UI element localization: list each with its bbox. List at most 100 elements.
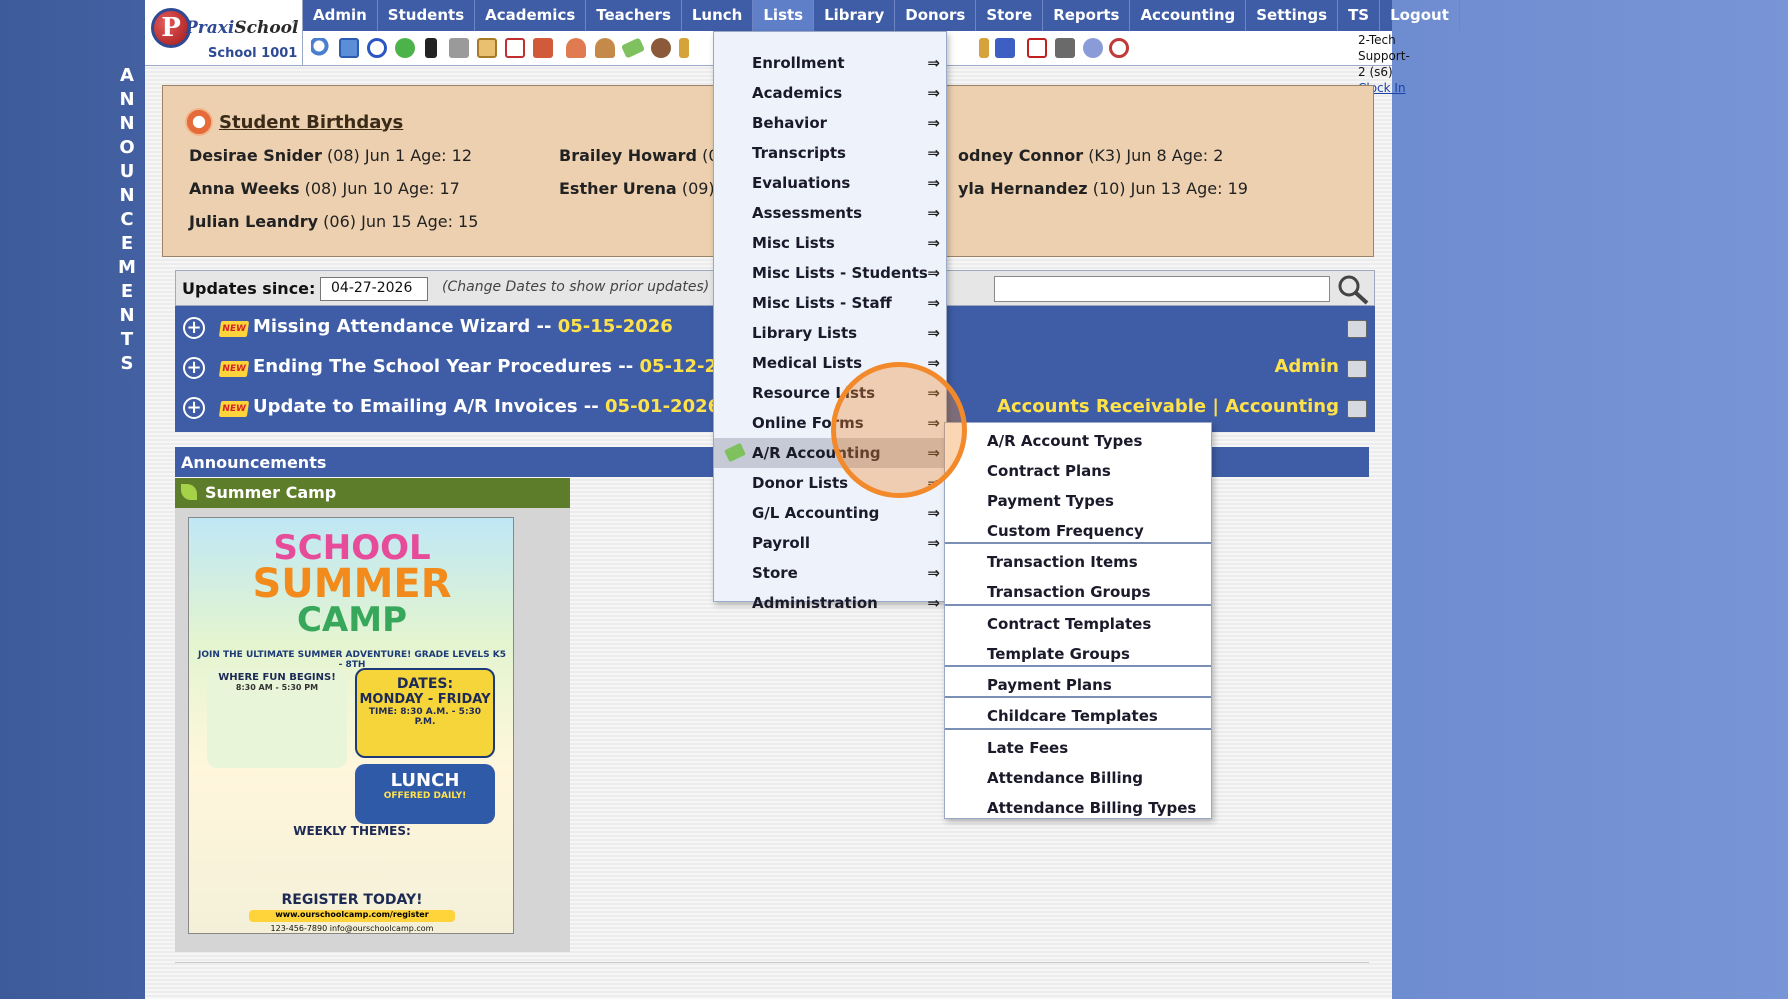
submenu-arrow-icon: ⇒: [927, 54, 940, 72]
nav-academics[interactable]: Academics: [475, 0, 587, 31]
nav-store[interactable]: Store: [976, 0, 1044, 31]
menu-item-transcripts[interactable]: Transcripts ⇒: [714, 138, 946, 168]
expand-icon[interactable]: +: [183, 357, 205, 379]
updates-date-field[interactable]: 04-27-2026: [320, 277, 428, 301]
menu-item-resource-lists[interactable]: Resource Lists ⇒: [714, 378, 946, 408]
banner-letter: N: [119, 89, 135, 110]
update-title[interactable]: Update to Emailing A/R Invoices -- 05-01…: [253, 396, 720, 417]
calendar-grid-icon[interactable]: [339, 38, 359, 58]
expand-icon[interactable]: +: [183, 317, 205, 339]
menu-item-misc-lists-students[interactable]: Misc Lists - Students ⇒: [714, 258, 946, 288]
flyer-where-box: WHERE FUN BEGINS! 8:30 AM - 5:30 PM: [207, 668, 347, 768]
submenu-arrow-icon: ⇒: [927, 324, 940, 342]
money-icon: [724, 442, 746, 463]
menu-item-administration[interactable]: Administration ⇒: [714, 588, 946, 612]
summer-camp-title: Summer Camp: [205, 483, 337, 502]
speaker-icon[interactable]: [449, 38, 469, 58]
nav-teachers[interactable]: Teachers: [586, 0, 682, 31]
nav-students[interactable]: Students: [378, 0, 476, 31]
banner-letter: E: [120, 281, 134, 302]
print-icon[interactable]: [1347, 320, 1367, 338]
submenu-divider: [945, 728, 1211, 730]
summer-camp-header[interactable]: Summer Camp: [175, 478, 570, 508]
update-title[interactable]: Missing Attendance Wizard -- 05-15-2026: [253, 316, 673, 337]
nav-lunch[interactable]: Lunch: [682, 0, 754, 31]
menu-item-library-lists[interactable]: Library Lists ⇒: [714, 318, 946, 348]
menu-item-store[interactable]: Store ⇒: [714, 558, 946, 588]
mobile-phone-icon[interactable]: [425, 38, 437, 58]
form-icon[interactable]: [477, 38, 497, 58]
print-icon[interactable]: [1347, 400, 1367, 418]
help-icon[interactable]: [1083, 38, 1103, 58]
update-links[interactable]: Admin: [1274, 356, 1339, 377]
menu-item-academics[interactable]: Academics ⇒: [714, 78, 946, 108]
menu-item-donor-lists[interactable]: Donor Lists ⇒: [714, 468, 946, 498]
search-icon[interactable]: [311, 38, 331, 58]
nav-admin[interactable]: Admin: [303, 0, 378, 31]
pdf-icon[interactable]: [1027, 38, 1047, 58]
users-icon[interactable]: [651, 38, 671, 58]
menu-item-evaluations[interactable]: Evaluations ⇒: [714, 168, 946, 198]
submenu-item-transaction-groups[interactable]: Transaction Groups: [945, 577, 1211, 607]
updates-note: (Change Dates to show prior updates): [442, 279, 710, 295]
printer-stack-icon[interactable]: [1055, 38, 1075, 58]
logo-wordmark: PraxiSchool: [185, 18, 299, 38]
teacher-icon[interactable]: [566, 38, 586, 58]
menu-item-assessments[interactable]: Assessments ⇒: [714, 198, 946, 228]
email-at-icon[interactable]: [367, 38, 387, 58]
submenu-item-childcare-templates[interactable]: Childcare Templates: [945, 701, 1211, 731]
ledger-icon[interactable]: [979, 38, 989, 58]
nav-donors[interactable]: Donors: [895, 0, 977, 31]
coins-icon[interactable]: [679, 38, 689, 58]
menu-item-medical-lists[interactable]: Medical Lists ⇒: [714, 348, 946, 378]
announcements-side-banner: A N N O U N C E M E N T S: [118, 64, 136, 376]
search-icon[interactable]: [1336, 273, 1370, 305]
submenu-item-attendance-billing[interactable]: Attendance Billing: [945, 763, 1211, 793]
print-icon[interactable]: [1347, 360, 1367, 378]
flyer-lunch-box: LUNCH OFFERED DAILY!: [355, 764, 495, 824]
menu-item-gl-accounting[interactable]: G/L Accounting ⇒: [714, 498, 946, 528]
chat-icon[interactable]: [395, 38, 415, 58]
nav-settings[interactable]: Settings: [1246, 0, 1339, 31]
new-badge-icon: NEW: [218, 361, 250, 377]
submenu-item-contract-plans[interactable]: Contract Plans: [945, 456, 1211, 486]
nav-ts[interactable]: TS: [1338, 0, 1381, 31]
student-icon[interactable]: [595, 38, 615, 58]
birthdays-title[interactable]: Student Birthdays: [185, 108, 403, 136]
menu-item-misc-lists[interactable]: Misc Lists ⇒: [714, 228, 946, 258]
power-icon[interactable]: [1109, 38, 1129, 58]
logo[interactable]: P PraxiSchool ™ School 1001: [145, 0, 303, 66]
nav-logout[interactable]: Logout: [1380, 0, 1460, 31]
nav-reports[interactable]: Reports: [1043, 0, 1131, 31]
money-icon[interactable]: [620, 37, 646, 59]
menu-item-behavior[interactable]: Behavior ⇒: [714, 108, 946, 138]
submenu-arrow-icon: ⇒: [927, 84, 940, 102]
megaphone-icon[interactable]: [533, 38, 553, 58]
nav-library[interactable]: Library: [814, 0, 896, 31]
calendar-icon[interactable]: [505, 38, 525, 58]
menu-item-online-forms[interactable]: Online Forms ⇒: [714, 408, 946, 438]
submenu-item-ar-account-types[interactable]: A/R Account Types: [945, 426, 1211, 456]
submenu-item-attendance-billing-types[interactable]: Attendance Billing Types: [945, 793, 1211, 823]
submenu-item-contract-templates[interactable]: Contract Templates: [945, 609, 1211, 639]
submenu-item-late-fees[interactable]: Late Fees: [945, 733, 1211, 763]
submenu-divider: [945, 696, 1211, 698]
menu-item-payroll[interactable]: Payroll ⇒: [714, 528, 946, 558]
menu-item-ar-accounting[interactable]: A/R Accounting ⇒: [714, 438, 946, 468]
menu-item-misc-lists-staff[interactable]: Misc Lists - Staff ⇒: [714, 288, 946, 318]
update-links[interactable]: Accounts Receivable | Accounting: [997, 396, 1339, 417]
submenu-arrow-icon: ⇒: [927, 234, 940, 252]
summer-camp-flyer-image[interactable]: SCHOOL SUMMER CAMP JOIN THE ULTIMATE SUM…: [188, 517, 514, 934]
ap-icon[interactable]: [995, 38, 1015, 58]
update-title[interactable]: Ending The School Year Procedures -- 05-…: [253, 356, 755, 377]
menu-item-enrollment[interactable]: Enrollment ⇒: [714, 48, 946, 78]
nav-lists[interactable]: Lists: [753, 0, 815, 31]
submenu-item-transaction-items[interactable]: Transaction Items: [945, 547, 1211, 577]
updates-search-input[interactable]: [994, 276, 1330, 302]
banner-letter: N: [119, 113, 135, 134]
submenu-arrow-icon: ⇒: [927, 174, 940, 192]
expand-icon[interactable]: +: [183, 397, 205, 419]
nav-accounting[interactable]: Accounting: [1130, 0, 1247, 31]
logo-trademark: ™: [291, 20, 299, 29]
submenu-item-payment-types[interactable]: Payment Types: [945, 486, 1211, 516]
